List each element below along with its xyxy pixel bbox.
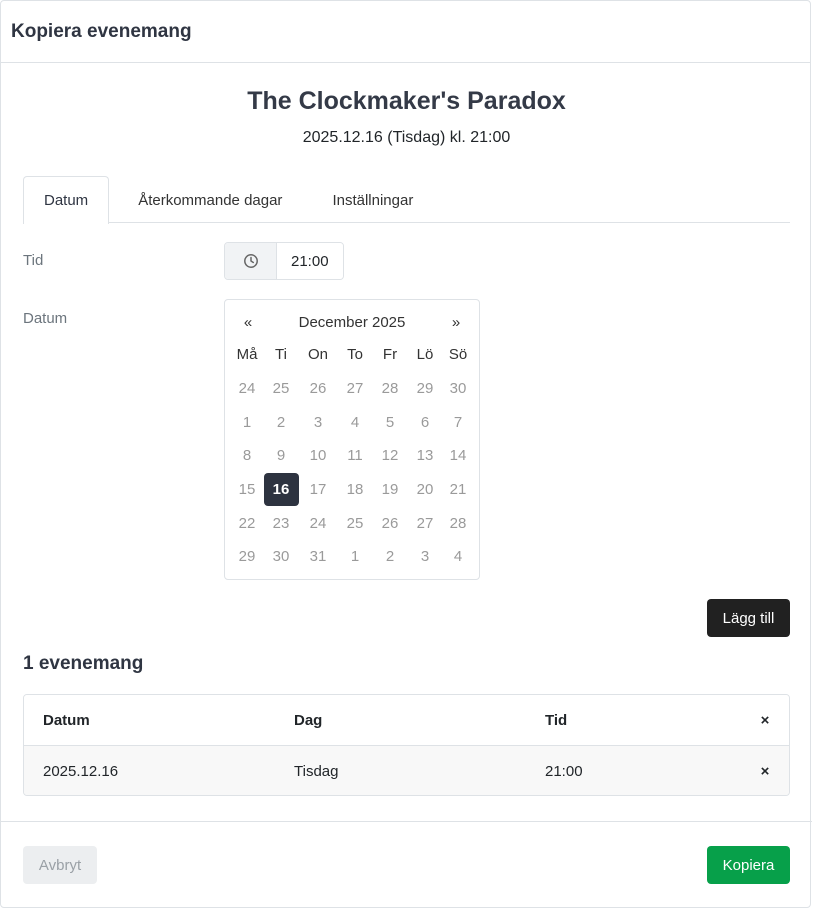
calendar-day[interactable]: 11: [339, 439, 371, 473]
time-input[interactable]: [277, 243, 343, 279]
footer-divider: [1, 821, 812, 822]
calendar-day[interactable]: 26: [297, 372, 339, 406]
calendar-day[interactable]: 22: [229, 506, 265, 540]
tab-bar: Datum Återkommande dagar Inställningar: [23, 176, 790, 224]
calendar-day[interactable]: 3: [297, 405, 339, 439]
calendar-day[interactable]: 15: [229, 473, 265, 507]
calendar-day[interactable]: 27: [409, 506, 441, 540]
calendar-grid: Må Ti On To Fr Lö Sö 24 25 26 27 28 29 30 1 2 3 4 5 6 7 8 9 10 1…: [229, 338, 475, 574]
row-date: 2025.12.16: [43, 762, 119, 780]
calendar-day[interactable]: 24: [229, 372, 265, 406]
calendar-day[interactable]: 10: [297, 439, 339, 473]
calendar-day[interactable]: 30: [441, 372, 475, 406]
calendar-day[interactable]: 1: [229, 405, 265, 439]
weekday-header: To: [347, 346, 363, 364]
calendar-day[interactable]: 5: [371, 405, 409, 439]
weekday-header: Må: [236, 346, 258, 364]
table-header-row: Datum Dag Tid ×: [24, 695, 789, 746]
modal-header: Kopiera evenemang: [1, 1, 810, 63]
calendar-day[interactable]: 25: [339, 506, 371, 540]
calendar-day[interactable]: 24: [297, 506, 339, 540]
weekday-header: On: [307, 346, 328, 364]
next-month-button[interactable]: »: [449, 314, 463, 331]
tab-datum[interactable]: Datum: [23, 176, 110, 224]
weekday-header: Sö: [448, 346, 468, 364]
calendar-day[interactable]: 2: [371, 540, 409, 574]
remove-row-button[interactable]: ×: [741, 763, 789, 780]
calendar-day[interactable]: 7: [441, 405, 475, 439]
calendar-day[interactable]: 9: [265, 439, 297, 473]
calendar-day[interactable]: 2: [265, 405, 297, 439]
calendar-day[interactable]: 14: [441, 439, 475, 473]
calendar-month[interactable]: December 2025: [299, 314, 406, 331]
time-label: Tid: [23, 252, 44, 269]
date-label: Datum: [23, 310, 68, 327]
calendar-day[interactable]: 13: [409, 439, 441, 473]
column-header-day: Dag: [294, 711, 323, 729]
calendar-day[interactable]: 29: [229, 540, 265, 574]
events-table: Datum Dag Tid × 2025.12.16 Tisdag 21:00 …: [23, 694, 790, 796]
calendar-day[interactable]: 31: [297, 540, 339, 574]
table-row: 2025.12.16 Tisdag 21:00 ×: [24, 746, 789, 795]
calendar-day[interactable]: 30: [265, 540, 297, 574]
event-title: The Clockmaker's Paradox: [247, 87, 566, 115]
calendar-day[interactable]: 23: [265, 506, 297, 540]
calendar-day[interactable]: 28: [441, 506, 475, 540]
date-picker: « December 2025 » Må Ti On To Fr Lö Sö 24 25 26 27…: [224, 299, 480, 580]
calendar-day[interactable]: 19: [371, 473, 409, 507]
column-header-time: Tid: [545, 711, 568, 729]
weekday-header: Lö: [416, 346, 434, 364]
events-count-heading: 1 evenemang: [23, 653, 144, 674]
calendar-day[interactable]: 27: [339, 372, 371, 406]
row-day: Tisdag: [294, 762, 339, 780]
weekday-header: Fr: [382, 346, 398, 364]
calendar-day[interactable]: 3: [409, 540, 441, 574]
calendar-day[interactable]: 4: [339, 405, 371, 439]
calendar-day[interactable]: 8: [229, 439, 265, 473]
calendar-header: « December 2025 »: [225, 310, 479, 334]
row-time: 21:00: [545, 762, 583, 780]
calendar-day[interactable]: 25: [265, 372, 297, 406]
calendar-day[interactable]: 26: [371, 506, 409, 540]
modal-title: Kopiera evenemang: [11, 20, 192, 42]
copy-event-modal: Kopiera evenemang The Clockmaker's Parad…: [0, 0, 812, 908]
calendar-day[interactable]: 29: [409, 372, 441, 406]
prev-month-button[interactable]: «: [241, 314, 255, 331]
calendar-day[interactable]: 28: [371, 372, 409, 406]
copy-button[interactable]: Kopiera: [707, 846, 790, 884]
tab-settings[interactable]: Inställningar: [311, 176, 434, 223]
weekday-header: Ti: [275, 346, 287, 364]
tab-recurring-days[interactable]: Återkommande dagar: [117, 176, 303, 223]
calendar-day[interactable]: 21: [441, 473, 475, 507]
calendar-day[interactable]: 17: [297, 473, 339, 507]
column-header-date: Datum: [43, 711, 90, 729]
add-button[interactable]: Lägg till: [707, 599, 790, 637]
calendar-day[interactable]: 4: [441, 540, 475, 574]
remove-all-button[interactable]: ×: [741, 712, 789, 729]
calendar-day[interactable]: 18: [339, 473, 371, 507]
calendar-day[interactable]: 12: [371, 439, 409, 473]
time-input-group: [224, 242, 344, 280]
calendar-day[interactable]: 20: [409, 473, 441, 507]
calendar-day-selected[interactable]: 16: [263, 472, 299, 506]
clock-icon[interactable]: [225, 243, 277, 279]
cancel-button[interactable]: Avbryt: [23, 846, 97, 884]
calendar-day[interactable]: 1: [339, 540, 371, 574]
calendar-day[interactable]: 6: [409, 405, 441, 439]
event-datetime: 2025.12.16 (Tisdag) kl. 21:00: [302, 129, 511, 146]
